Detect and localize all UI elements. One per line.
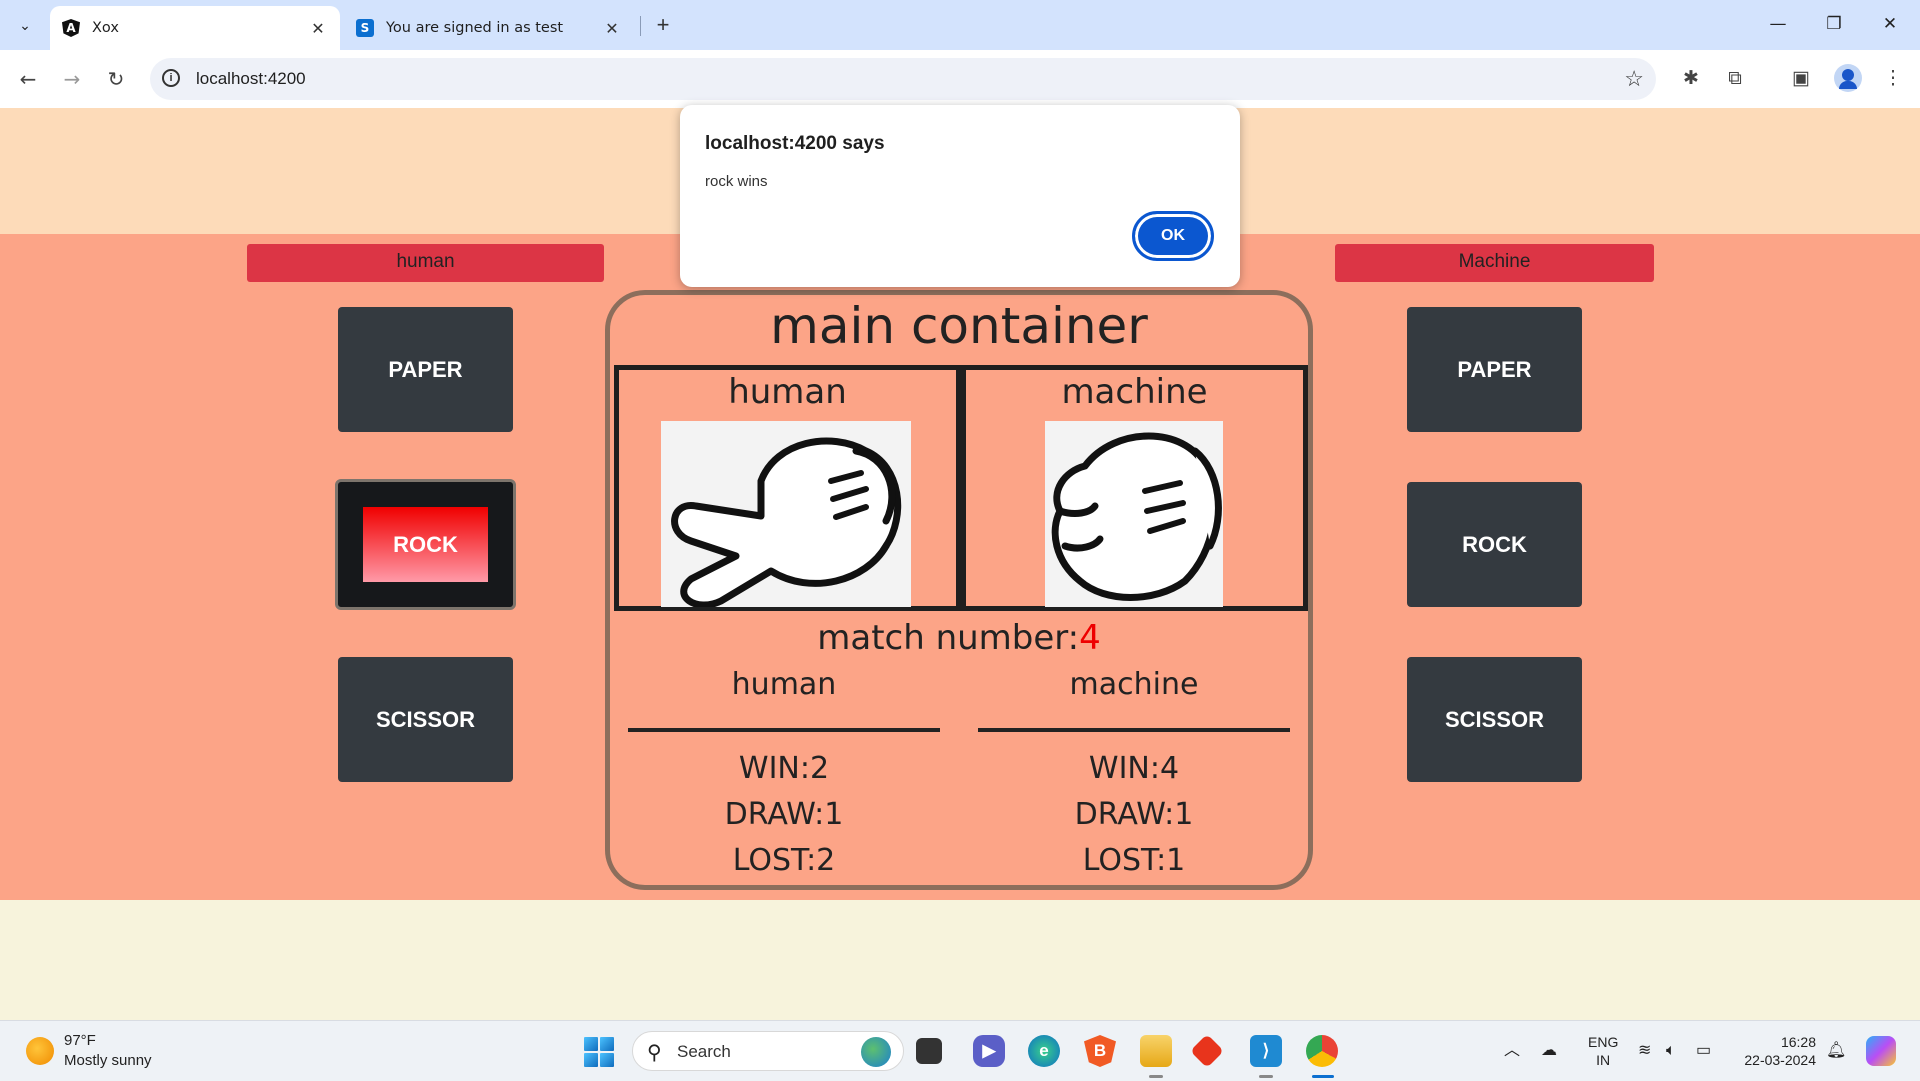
- rock-selected-label: ROCK: [363, 507, 488, 582]
- url-text[interactable]: localhost:4200: [196, 58, 306, 100]
- language-region: IN: [1596, 1052, 1611, 1068]
- windows-start-icon[interactable]: [584, 1037, 614, 1067]
- vscode-icon[interactable]: ⟩: [1250, 1035, 1282, 1067]
- human-label: human: [247, 244, 604, 282]
- machine-label: Machine: [1335, 244, 1654, 282]
- tab-search-chevron-icon[interactable]: ⌄: [12, 9, 38, 41]
- alert-message: rock wins: [705, 173, 768, 190]
- search-highlight-icon: [861, 1037, 891, 1067]
- teams-chat-icon[interactable]: ▶: [973, 1035, 1005, 1067]
- machine-panel-title: machine: [1061, 372, 1208, 412]
- wifi-icon[interactable]: ≋: [1638, 1021, 1651, 1081]
- site-info-icon[interactable]: i: [162, 69, 180, 87]
- notification-bell-icon[interactable]: 🔔︎: [1826, 1021, 1846, 1081]
- side-panel-icon[interactable]: ▣: [1786, 64, 1816, 94]
- chrome-icon[interactable]: [1306, 1035, 1338, 1067]
- restore-icon[interactable]: ❐: [1806, 0, 1862, 50]
- address-bar[interactable]: i localhost:4200 ☆: [150, 58, 1656, 100]
- running-indicator: [1259, 1075, 1273, 1078]
- machine-hand-panel: machine: [961, 365, 1308, 611]
- reload-icon[interactable]: ↻: [98, 61, 134, 97]
- human-draw: DRAW:1: [724, 797, 844, 832]
- copilot-icon[interactable]: [1866, 1036, 1896, 1066]
- search-label: Search: [677, 1042, 731, 1061]
- human-hand-panel: human: [614, 365, 961, 611]
- weather-description[interactable]: Mostly sunny: [64, 1052, 152, 1069]
- human-panel-title: human: [728, 372, 847, 412]
- human-scissor-button[interactable]: SCISSOR: [338, 657, 513, 782]
- new-tab-icon[interactable]: +: [650, 10, 676, 40]
- running-indicator: [1149, 1075, 1163, 1078]
- extensions-puzzle-icon[interactable]: ⧉: [1720, 64, 1750, 94]
- system-clock[interactable]: 16:28 22-03-2024: [1736, 1033, 1816, 1069]
- alert-dialog: localhost:4200 says rock wins OK: [680, 105, 1240, 287]
- human-stats-header: human: [731, 667, 837, 702]
- angular-icon: A: [62, 19, 80, 37]
- git-app-icon[interactable]: [1190, 1034, 1224, 1068]
- machine-scissor-button[interactable]: SCISSOR: [1407, 657, 1582, 782]
- brave-browser-icon[interactable]: B: [1084, 1035, 1116, 1067]
- forward-icon[interactable]: →: [54, 61, 90, 97]
- tab-signed-in[interactable]: S You are signed in as test ✕: [344, 6, 634, 50]
- taskbar-search[interactable]: ⚲ Search: [632, 1031, 904, 1071]
- onedrive-cloud-icon[interactable]: ☁: [1541, 1021, 1557, 1081]
- match-label: match number:: [817, 618, 1080, 658]
- machine-draw: DRAW:1: [1074, 797, 1194, 832]
- scissors-hand-icon: [661, 421, 911, 609]
- clock-time: 16:28: [1780, 1034, 1816, 1050]
- tab-title: Xox: [92, 20, 119, 36]
- battery-icon[interactable]: ▭: [1696, 1021, 1711, 1081]
- s-icon: S: [356, 19, 374, 37]
- weather-sun-icon[interactable]: [26, 1037, 54, 1065]
- weather-temperature[interactable]: 97°F: [64, 1032, 96, 1049]
- machine-stats-header: machine: [1069, 667, 1199, 702]
- human-rock-button[interactable]: ROCK: [335, 479, 516, 610]
- volume-icon[interactable]: 🔈︎: [1666, 1021, 1676, 1081]
- language-indicator[interactable]: ENG IN: [1588, 1033, 1618, 1069]
- close-window-icon[interactable]: ✕: [1862, 0, 1918, 50]
- language-code: ENG: [1588, 1034, 1619, 1050]
- human-win: WIN:2: [738, 751, 830, 786]
- active-indicator: [1312, 1075, 1334, 1078]
- edge-browser-icon[interactable]: e: [1028, 1035, 1060, 1067]
- tab-title: You are signed in as test: [386, 20, 564, 36]
- human-stats-divider: [628, 728, 940, 732]
- machine-paper-button[interactable]: PAPER: [1407, 307, 1582, 432]
- human-lost: LOST:2: [732, 843, 836, 878]
- bookmark-star-icon[interactable]: ☆: [1624, 58, 1644, 100]
- tab-divider: [640, 16, 641, 36]
- machine-lost: LOST:1: [1082, 843, 1186, 878]
- machine-stats-divider: [978, 728, 1290, 732]
- main-title: main container: [770, 297, 1148, 355]
- rock-fist-icon: [1045, 421, 1223, 607]
- show-hidden-icons-chevron-icon[interactable]: ︿: [1504, 1021, 1520, 1081]
- alert-ok-button[interactable]: OK: [1132, 211, 1214, 261]
- file-explorer-icon[interactable]: [1140, 1035, 1172, 1067]
- search-icon: ⚲: [647, 1042, 662, 1064]
- minimize-icon[interactable]: —: [1750, 0, 1806, 50]
- profile-avatar-icon[interactable]: [1834, 64, 1862, 92]
- machine-rock-button[interactable]: ROCK: [1407, 482, 1582, 607]
- main-container: main container human machine match numbe…: [605, 290, 1313, 890]
- more-menu-icon[interactable]: ⋮: [1878, 64, 1908, 94]
- back-icon[interactable]: ←: [10, 61, 46, 97]
- machine-win: WIN:4: [1088, 751, 1180, 786]
- match-number: match number:4: [610, 618, 1308, 658]
- match-number-value: 4: [1079, 618, 1101, 658]
- task-view-icon[interactable]: [916, 1038, 942, 1064]
- clock-date: 22-03-2024: [1744, 1052, 1816, 1068]
- tab-xox[interactable]: A Xox ✕: [50, 6, 340, 50]
- taskbar: 97°F Mostly sunny ⚲ Search ▶ e B ⟩ ︿ ☁ E…: [0, 1020, 1920, 1081]
- bug-extension-icon[interactable]: ✱: [1676, 64, 1706, 94]
- browser-toolbar: ← → ↻ i localhost:4200 ☆ ✱ ⧉ ▣ ⋮: [0, 50, 1920, 109]
- close-tab-icon[interactable]: ✕: [308, 19, 328, 38]
- human-paper-button[interactable]: PAPER: [338, 307, 513, 432]
- close-tab-icon[interactable]: ✕: [602, 19, 622, 38]
- tab-strip: ⌄ A Xox ✕ S You are signed in as test ✕ …: [0, 0, 1920, 50]
- alert-title: localhost:4200 says: [705, 133, 885, 154]
